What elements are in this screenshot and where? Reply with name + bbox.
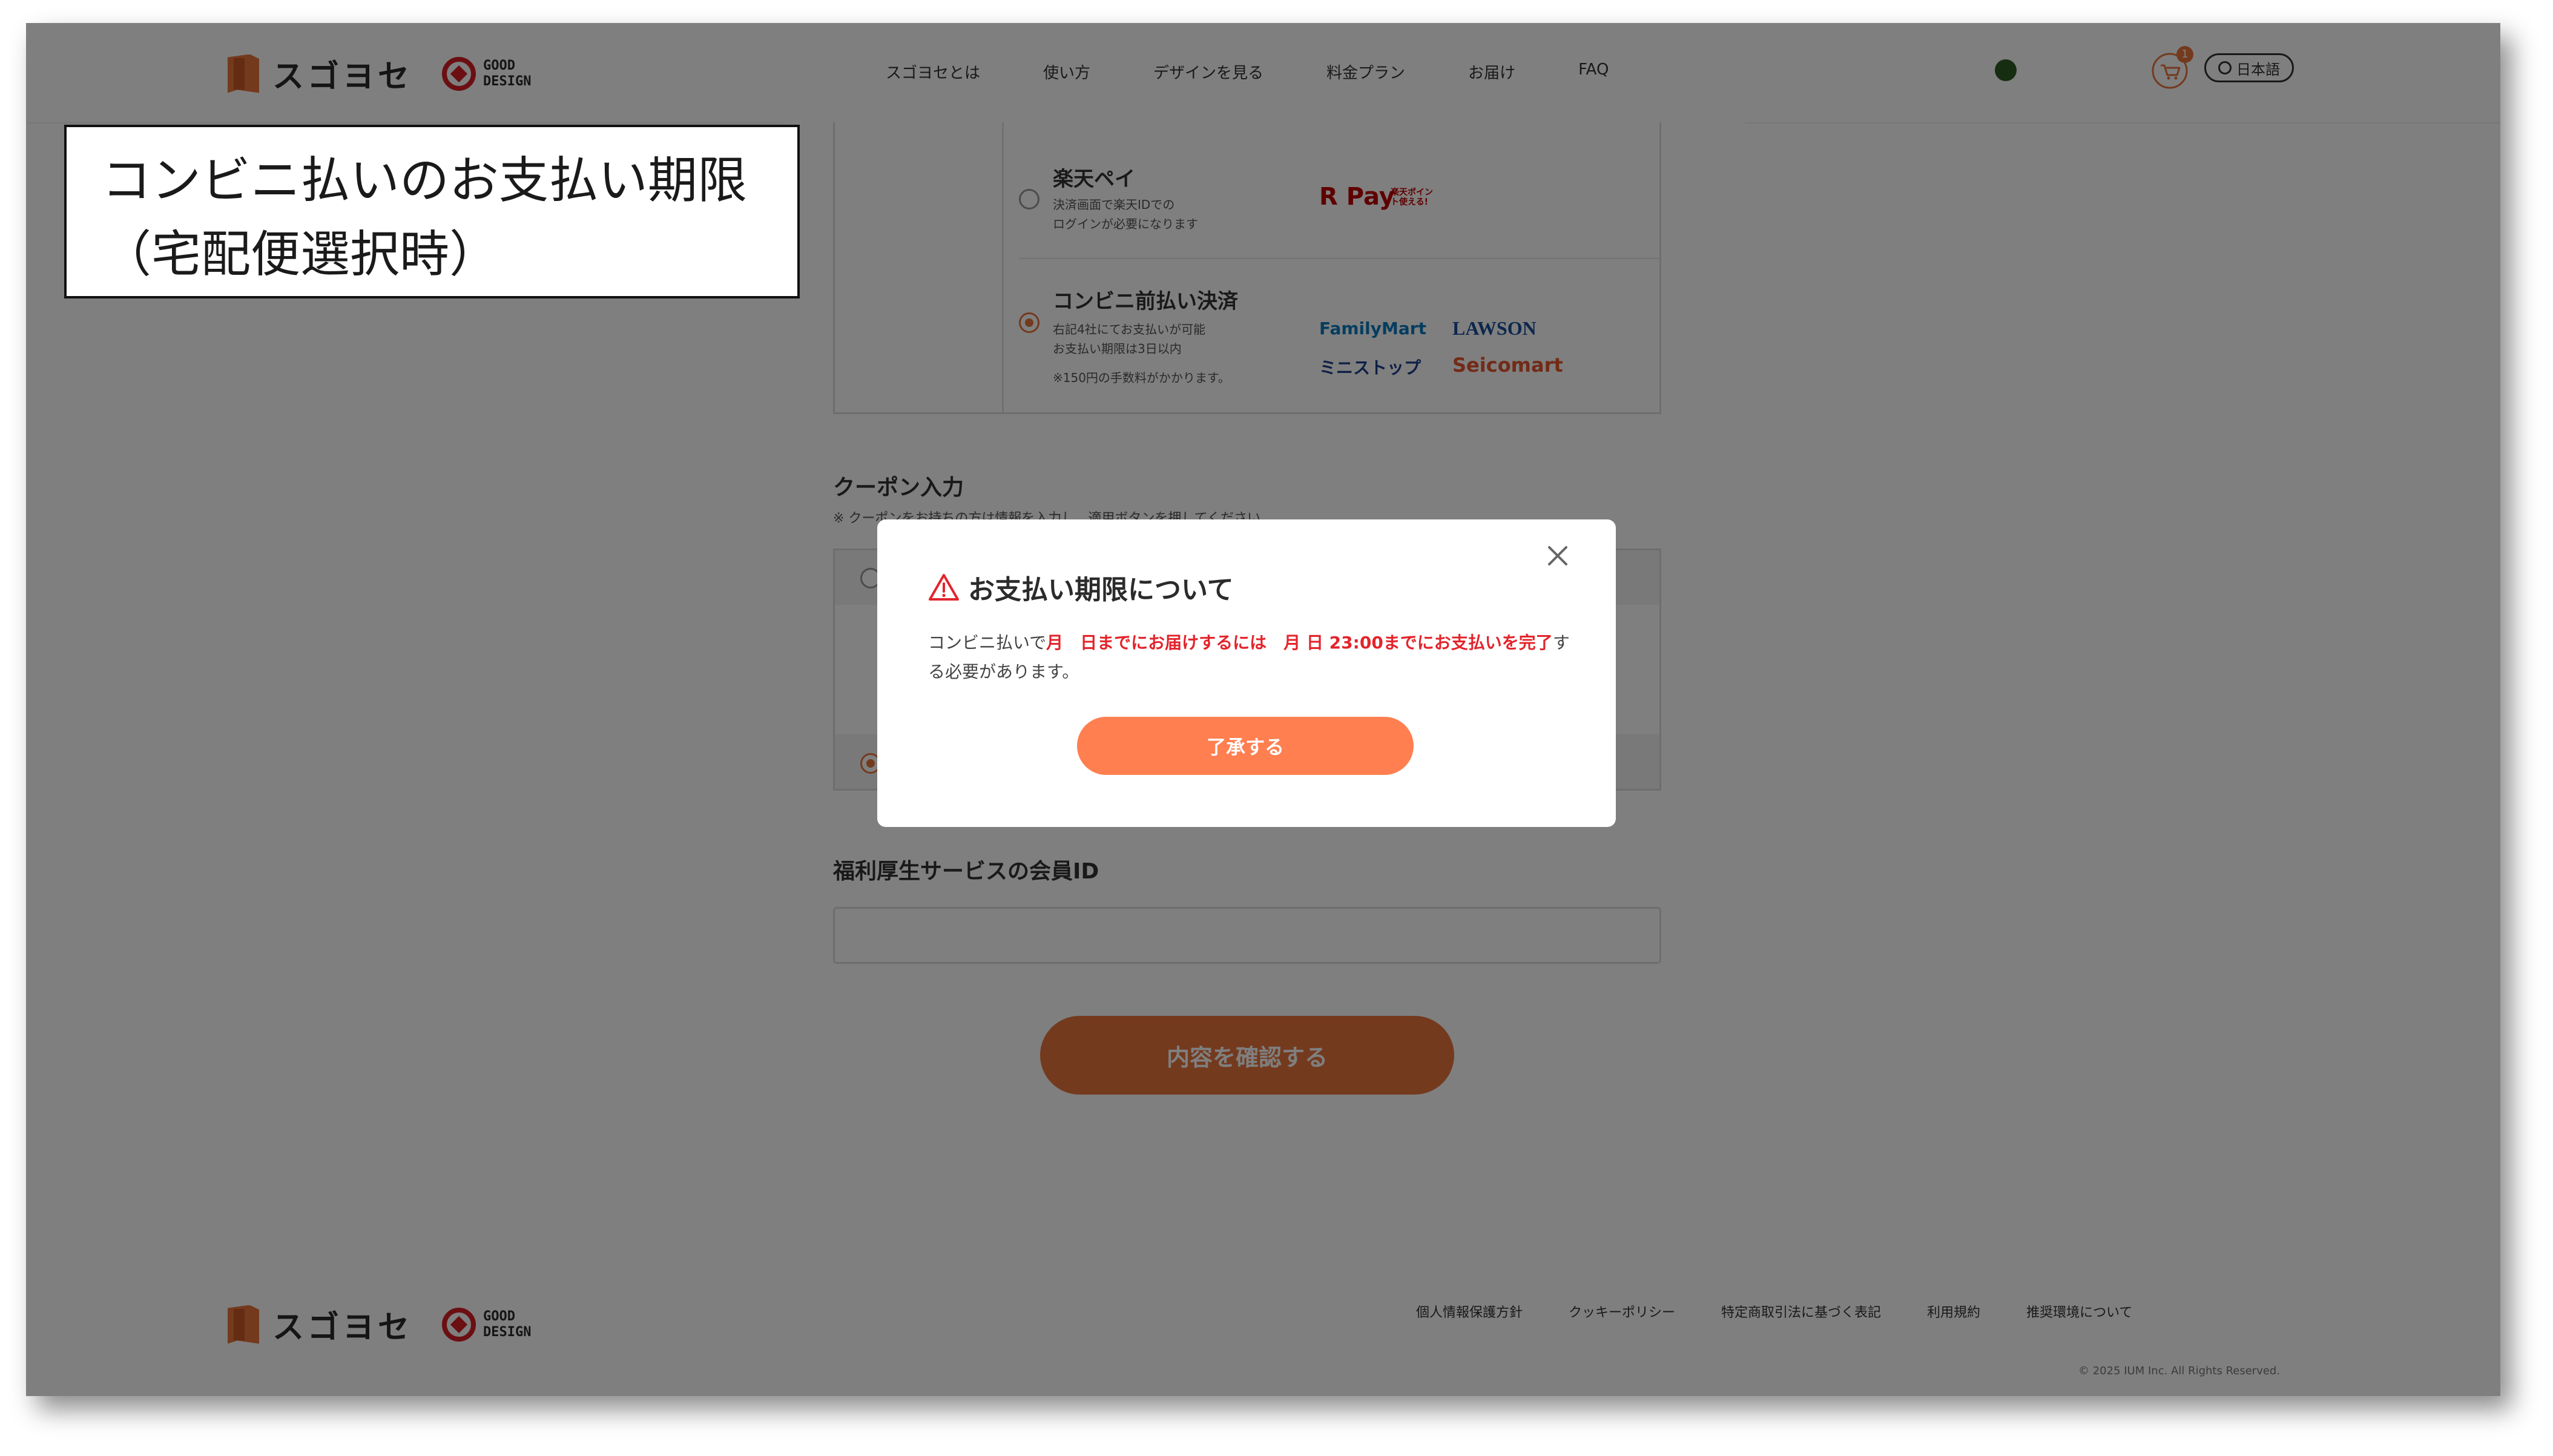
close-icon[interactable] [1543,541,1572,570]
modal-header: お支払い期限について [928,568,1234,607]
annotation-line-2: （宅配便選択時） [102,226,499,283]
modal-deadline-highlight: 月 日までにお届けするには 月 日 23:00までにお支払いを完了 [1046,633,1553,653]
warning-icon [929,574,959,601]
modal-message-prefix: コンビニ払いで [928,633,1047,653]
annotation-line-1: コンビニ払いのお支払い期限 [102,152,748,209]
modal-title: お支払い期限について [968,575,1234,605]
modal-message: コンビニ払いで月 日までにお届けするには 月 日 23:00までにお支払いを完了… [928,628,1570,687]
annotation-callout: コンビニ払いのお支払い期限 （宅配便選択時） [64,125,800,298]
acknowledge-button[interactable]: 了承する [1077,717,1414,775]
payment-deadline-modal: お支払い期限について コンビニ払いで月 日までにお届けするには 月 日 23:0… [877,519,1616,827]
